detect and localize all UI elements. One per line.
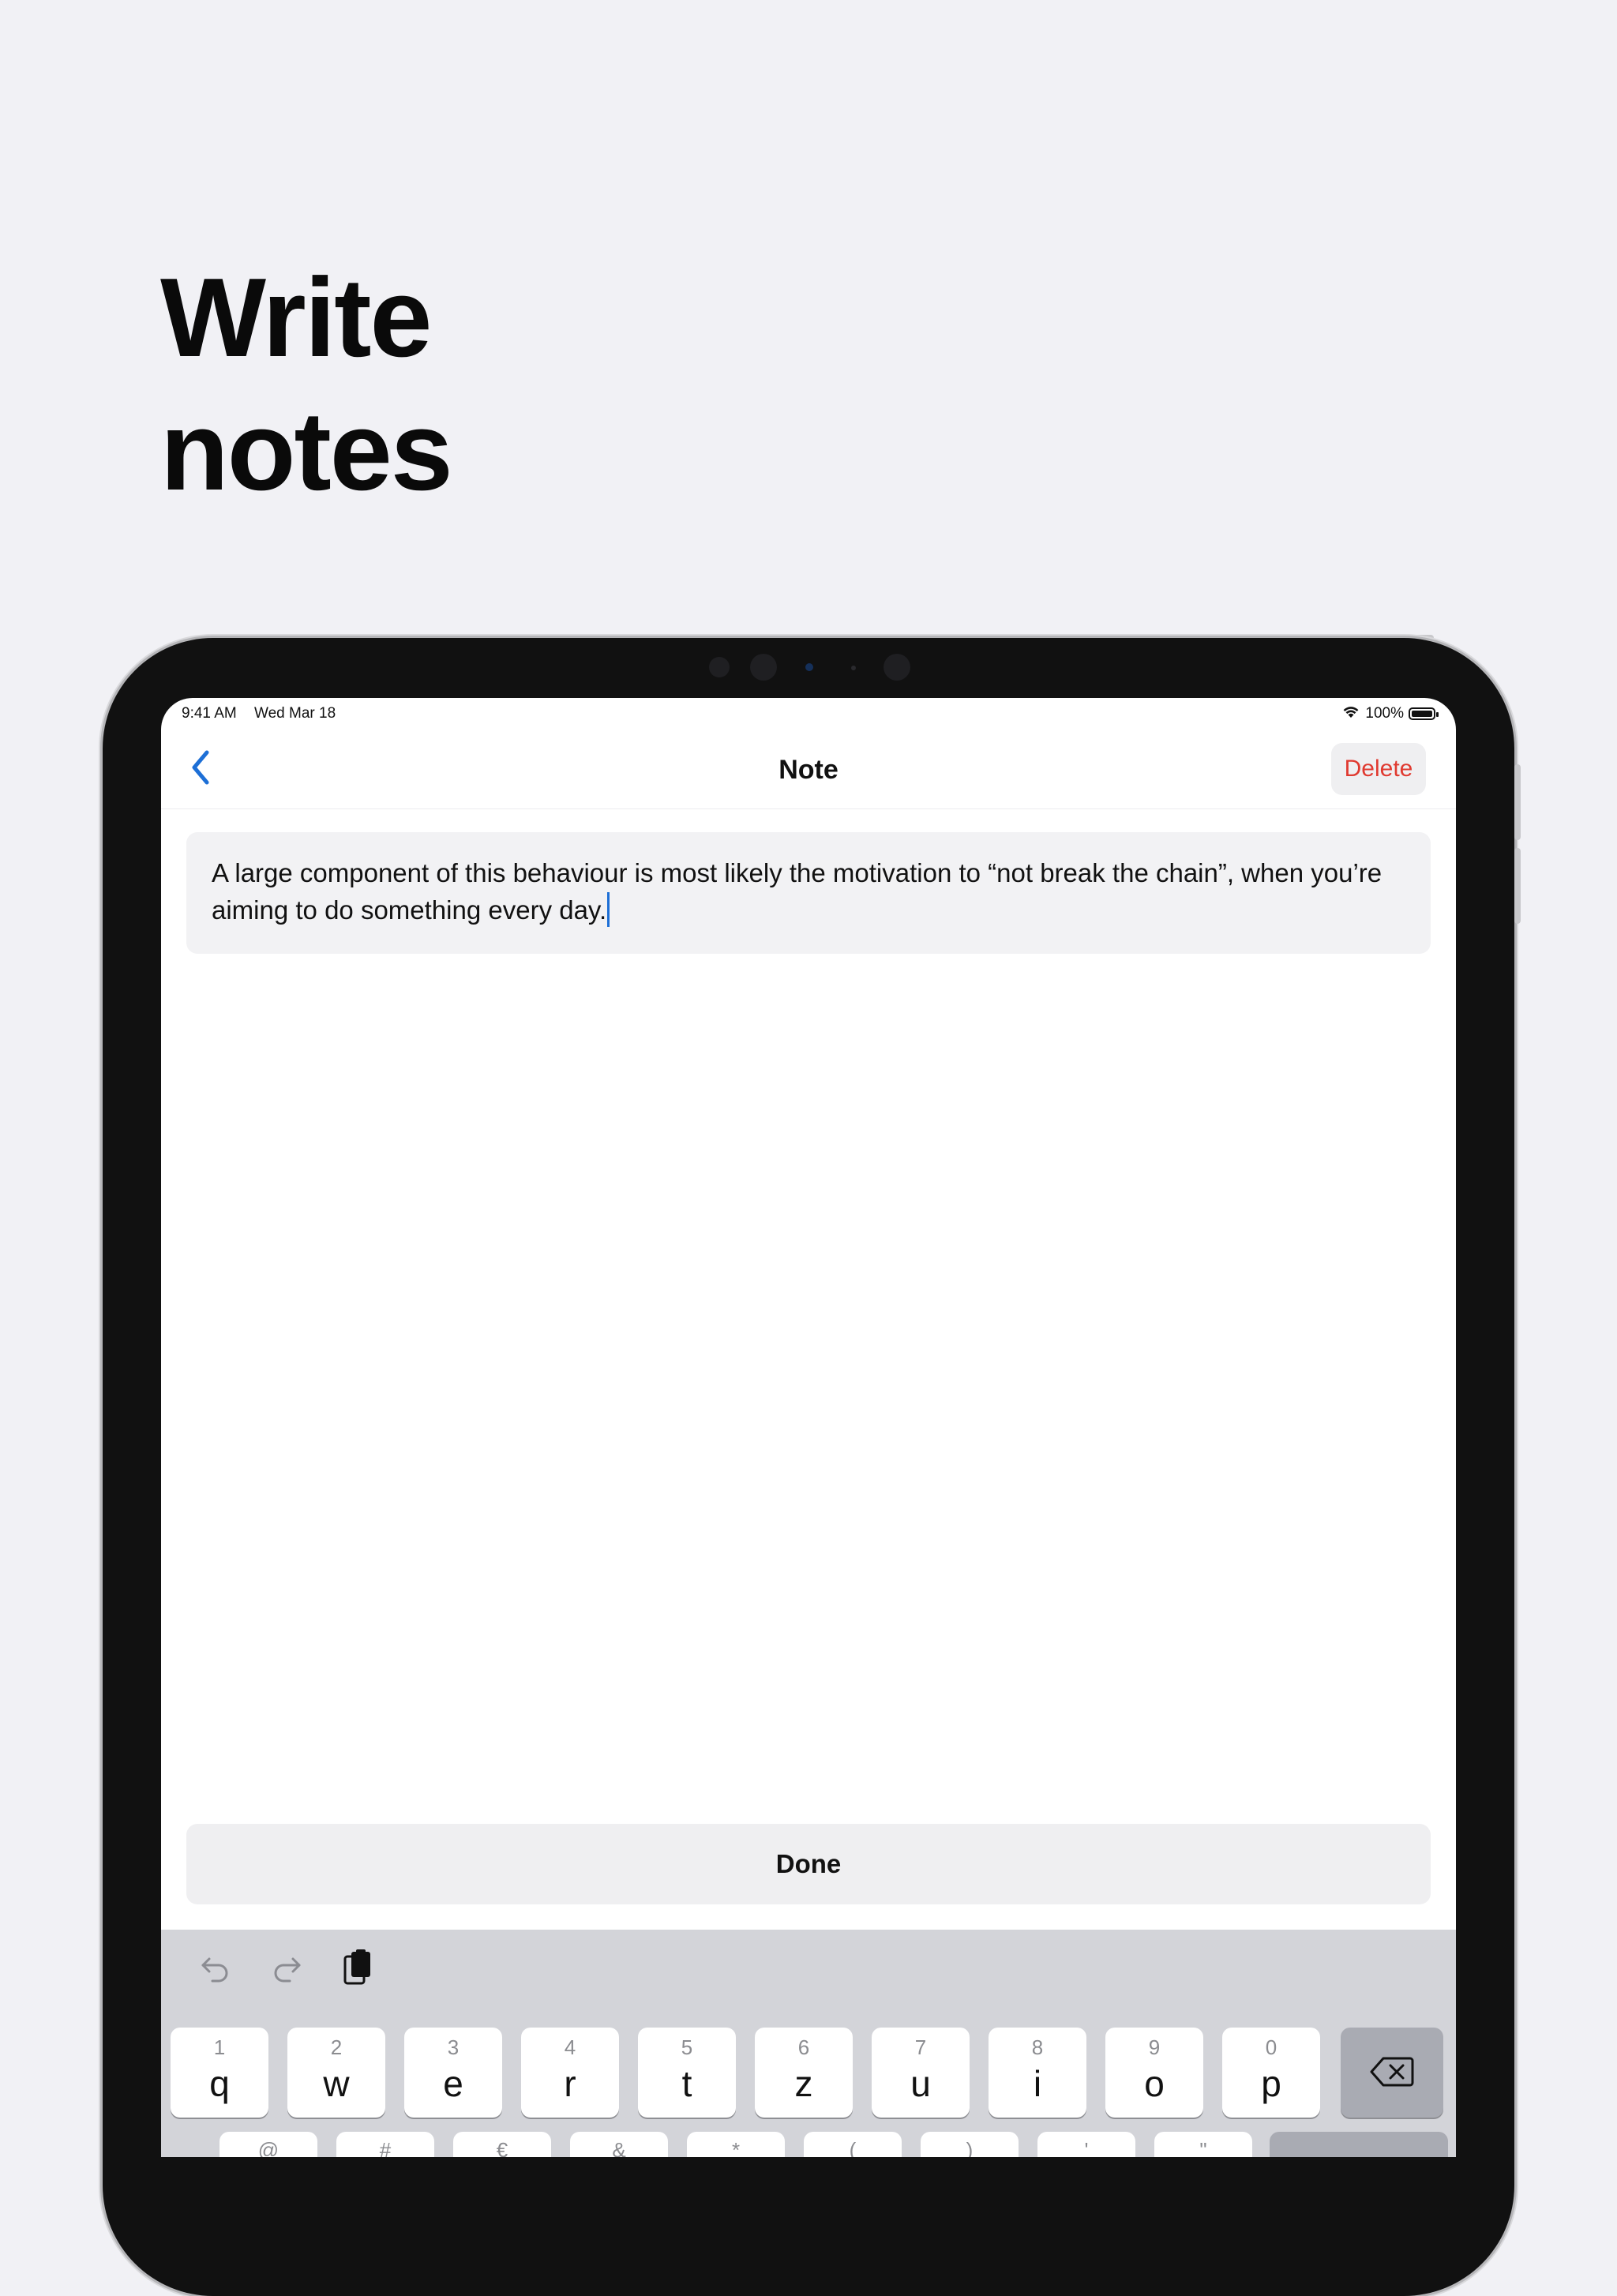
key-e[interactable]: 3e — [404, 2028, 502, 2118]
key-w[interactable]: 2w — [287, 2028, 385, 2118]
key-i[interactable]: 8i — [989, 2028, 1086, 2118]
headline-line-1: Write — [160, 255, 432, 381]
sensor-dot — [709, 657, 730, 677]
screen: 9:41 AM Wed Mar 18 100% Note Delete A la… — [161, 698, 1456, 2157]
key-s[interactable]: # — [336, 2132, 434, 2157]
status-bar: 9:41 AM Wed Mar 18 100% — [161, 698, 1456, 730]
status-time: 9:41 AM — [182, 705, 237, 722]
page-title: Note — [778, 755, 839, 785]
battery-percent: 100% — [1365, 705, 1404, 722]
note-text: A large component of this behaviour is m… — [212, 858, 1383, 925]
headline-line-2: notes — [160, 388, 453, 514]
headline: Write notes — [160, 251, 453, 518]
battery-icon — [1409, 707, 1439, 720]
delete-button[interactable]: Delete — [1331, 743, 1426, 795]
key-f[interactable]: & — [570, 2132, 668, 2157]
key-k[interactable]: ' — [1037, 2132, 1135, 2157]
wifi-icon — [1341, 704, 1360, 723]
volume-up-button — [1514, 764, 1521, 840]
sensor-dot — [851, 666, 856, 670]
redo-icon[interactable] — [267, 1949, 306, 1988]
key-j[interactable]: ) — [921, 2132, 1019, 2157]
note-text-area[interactable]: A large component of this behaviour is m… — [186, 832, 1431, 954]
key-d[interactable]: € — [453, 2132, 551, 2157]
undo-icon[interactable] — [196, 1949, 235, 1988]
status-date: Wed Mar 18 — [254, 705, 336, 722]
key-t[interactable]: 5t — [638, 2028, 736, 2118]
key-u[interactable]: 7u — [872, 2028, 970, 2118]
status-right: 100% — [1341, 704, 1439, 723]
backspace-icon — [1369, 2056, 1415, 2092]
key-r[interactable]: 4r — [521, 2028, 619, 2118]
key-z[interactable]: 6z — [755, 2028, 853, 2118]
backspace-key[interactable] — [1341, 2028, 1443, 2118]
key-p[interactable]: 0p — [1222, 2028, 1320, 2118]
sensor-dot — [884, 654, 910, 681]
key-h[interactable]: ( — [804, 2132, 902, 2157]
done-button[interactable]: Done — [186, 1824, 1431, 1904]
keyboard: 1q 2w 3e 4r 5t 6z 7u 8i 9o 0p @ # € & * … — [161, 1930, 1456, 2157]
text-cursor — [607, 892, 610, 927]
volume-down-button — [1514, 848, 1521, 924]
key-a[interactable]: @ — [219, 2132, 317, 2157]
keyboard-toolbar — [196, 1949, 377, 1988]
navigation-bar: Note Delete — [161, 730, 1456, 809]
return-key[interactable] — [1270, 2132, 1448, 2157]
key-g[interactable]: * — [687, 2132, 785, 2157]
paste-icon[interactable] — [338, 1949, 377, 1988]
camera-lens — [750, 654, 777, 681]
key-o[interactable]: 9o — [1105, 2028, 1203, 2118]
key-l[interactable]: " — [1154, 2132, 1252, 2157]
key-q[interactable]: 1q — [171, 2028, 268, 2118]
sensor-dot — [805, 663, 813, 671]
